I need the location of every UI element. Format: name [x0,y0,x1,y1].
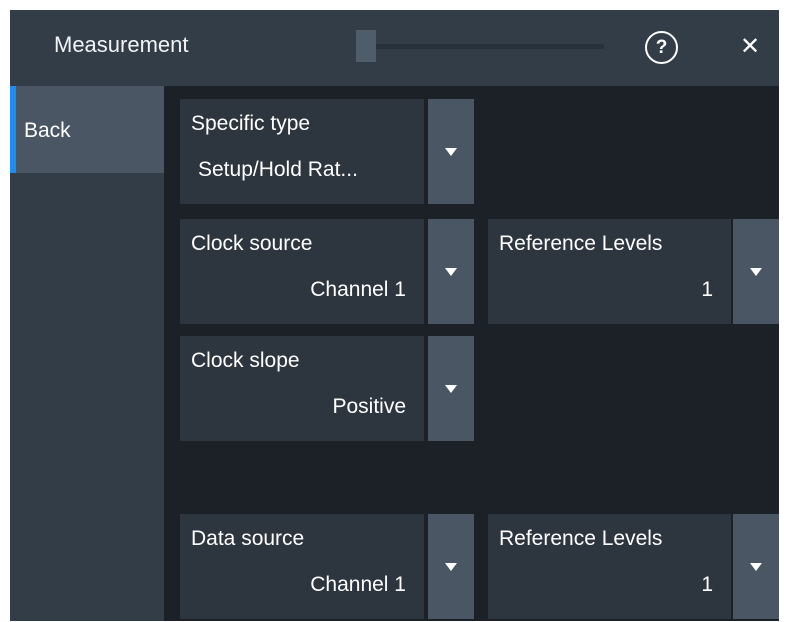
triangle-down-icon [445,147,457,156]
specific-type-label: Specific type [191,112,311,135]
back-button[interactable]: Back [10,86,164,173]
triangle-down-icon [750,562,762,571]
data-source-dropdown-button[interactable] [428,514,474,619]
clock-source-label: Clock source [191,232,313,255]
specific-type-field[interactable]: Specific type Setup/Hold Rat... [180,99,424,204]
data-source-label: Data source [191,527,305,550]
triangle-down-icon [445,562,457,571]
clock-slope-value: Positive [332,395,406,418]
clock-reference-levels-field[interactable]: Reference Levels 1 [488,219,731,324]
dialog-titlebar: Measurement ? ✕ [10,10,779,86]
clock-reference-levels-label: Reference Levels [499,232,663,255]
clock-reference-levels-dropdown-button[interactable] [733,219,779,324]
sidebar: Back [10,86,164,621]
data-reference-levels-select[interactable]: Reference Levels 1 [488,514,779,619]
clock-slope-label: Clock slope [191,349,300,372]
dialog-move-handle[interactable] [356,30,376,62]
data-reference-levels-value: 1 [701,573,713,596]
specific-type-value: Setup/Hold Rat... [198,158,358,181]
close-icon[interactable]: ✕ [737,30,763,64]
back-label: Back [24,119,71,142]
clock-source-dropdown-button[interactable] [428,219,474,324]
settings-content: Specific type Setup/Hold Rat... Clock so… [166,86,779,621]
data-reference-levels-dropdown-button[interactable] [733,514,779,619]
clock-source-select[interactable]: Clock source Channel 1 [180,219,474,324]
specific-type-select[interactable]: Specific type Setup/Hold Rat... [180,99,474,204]
data-source-field[interactable]: Data source Channel 1 [180,514,424,619]
help-icon[interactable]: ? [645,31,678,64]
data-reference-levels-label: Reference Levels [499,527,663,550]
clock-source-field[interactable]: Clock source Channel 1 [180,219,424,324]
measurement-dialog: Measurement ? ✕ Back Specific type Setup… [10,10,779,621]
clock-slope-dropdown-button[interactable] [428,336,474,441]
clock-source-value: Channel 1 [310,278,406,301]
triangle-down-icon [750,267,762,276]
triangle-down-icon [445,267,457,276]
specific-type-dropdown-button[interactable] [428,99,474,204]
triangle-down-icon [445,384,457,393]
dialog-title: Measurement [54,32,189,57]
clock-slope-field[interactable]: Clock slope Positive [180,336,424,441]
data-source-select[interactable]: Data source Channel 1 [180,514,474,619]
data-source-value: Channel 1 [310,573,406,596]
clock-slope-select[interactable]: Clock slope Positive [180,336,474,441]
dialog-move-track [376,44,604,49]
clock-reference-levels-select[interactable]: Reference Levels 1 [488,219,779,324]
data-reference-levels-field[interactable]: Reference Levels 1 [488,514,731,619]
clock-reference-levels-value: 1 [701,278,713,301]
